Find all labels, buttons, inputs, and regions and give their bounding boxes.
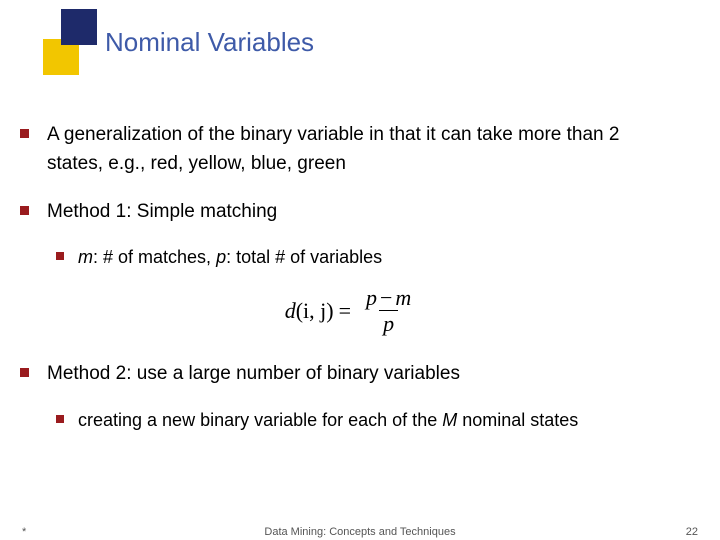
minus-sign: − bbox=[377, 285, 395, 310]
sub-bullet-item: m: # of matches, p: total # of variables bbox=[56, 244, 680, 272]
bullet-text: Method 1: Simple matching bbox=[47, 197, 277, 226]
formula: d(i, j) = p−m p bbox=[285, 286, 416, 335]
slide-content: A generalization of the binary variable … bbox=[20, 120, 680, 449]
var-p: p bbox=[216, 247, 226, 267]
equals-sign: = bbox=[334, 298, 356, 324]
footer-center: Data Mining: Concepts and Techniques bbox=[0, 526, 720, 538]
var-m: m bbox=[395, 285, 411, 310]
bullet-text: creating a new binary variable for each … bbox=[78, 407, 578, 435]
var-p: p bbox=[366, 285, 377, 310]
bullet-item: A generalization of the binary variable … bbox=[20, 120, 680, 179]
bullet-text: m: # of matches, p: total # of variables bbox=[78, 244, 382, 272]
page-number: 22 bbox=[686, 526, 698, 538]
bullet-square-icon bbox=[56, 415, 64, 423]
bullet-item: Method 2: use a large number of binary v… bbox=[20, 359, 680, 388]
var-m: m bbox=[78, 247, 93, 267]
formula-block: d(i, j) = p−m p bbox=[20, 286, 680, 335]
formula-d: d bbox=[285, 298, 296, 324]
slide-title: Nominal Variables bbox=[105, 27, 314, 58]
sub-bullet-item: creating a new binary variable for each … bbox=[56, 407, 680, 435]
bullet-square-icon bbox=[20, 129, 29, 138]
text-fragment: creating a new binary variable for each … bbox=[78, 410, 442, 430]
text-fragment: : total # of variables bbox=[226, 247, 382, 267]
bullet-text: Method 2: use a large number of binary v… bbox=[47, 359, 460, 388]
text-fragment: : # of matches, bbox=[93, 247, 216, 267]
numerator: p−m bbox=[362, 286, 415, 310]
bullet-square-icon bbox=[20, 206, 29, 215]
var-M: M bbox=[442, 410, 457, 430]
text-fragment: nominal states bbox=[457, 410, 578, 430]
bullet-square-icon bbox=[20, 368, 29, 377]
decor-navy-square bbox=[61, 9, 97, 45]
bullet-square-icon bbox=[56, 252, 64, 260]
bullet-item: Method 1: Simple matching bbox=[20, 197, 680, 226]
formula-args: (i, j) bbox=[296, 298, 334, 324]
fraction: p−m p bbox=[362, 286, 415, 335]
denominator: p bbox=[379, 310, 398, 335]
bullet-text: A generalization of the binary variable … bbox=[47, 120, 680, 179]
